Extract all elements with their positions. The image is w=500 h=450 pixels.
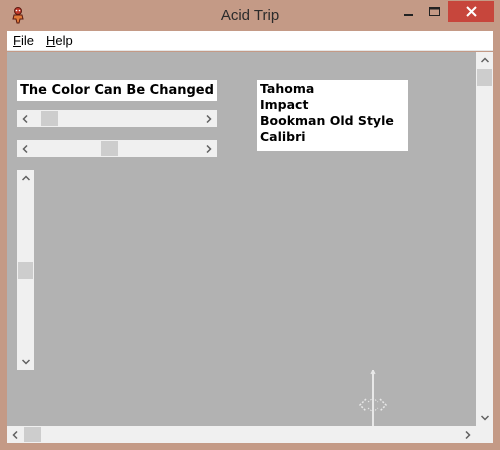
chevron-left-icon [22, 144, 28, 153]
maximize-button[interactable] [422, 1, 448, 22]
font-list-item[interactable]: Impact [260, 97, 405, 113]
title-bar[interactable]: Acid Trip [0, 0, 500, 31]
close-button[interactable] [448, 1, 494, 22]
vertical-scroll-thumb[interactable] [18, 262, 33, 279]
app-window: Acid Trip File Help The Color Can Be Cha… [0, 0, 500, 450]
minimize-icon [404, 13, 413, 16]
scroll-corner [476, 426, 493, 443]
scroll-left-arrow-1[interactable] [17, 110, 34, 127]
menu-help[interactable]: Help [40, 31, 79, 51]
window-horizontal-scrollbar[interactable] [7, 426, 476, 443]
menu-file-label: ile [20, 32, 34, 48]
window-scroll-down-arrow[interactable] [476, 409, 493, 426]
scroll-thumb-2[interactable] [101, 141, 118, 156]
chevron-left-icon [22, 114, 28, 123]
chevron-down-icon [480, 415, 489, 421]
chevron-right-icon [206, 144, 212, 153]
scroll-down-arrow[interactable] [17, 353, 34, 370]
window-vertical-scrollbar[interactable] [476, 52, 493, 426]
chevron-left-icon [12, 430, 18, 439]
close-icon [465, 6, 477, 17]
window-horizontal-scroll-thumb[interactable] [24, 427, 41, 442]
chevron-right-icon [206, 114, 212, 123]
menu-file[interactable]: File [7, 31, 40, 51]
menu-file-accel: F [13, 32, 21, 48]
window-scroll-right-arrow[interactable] [459, 426, 476, 443]
font-list-item[interactable]: Tahoma [260, 81, 405, 97]
client-area: The Color Can Be Changed Tahoma Impact B… [7, 52, 493, 443]
scroll-thumb-1[interactable] [41, 111, 58, 126]
menu-bar: File Help [7, 31, 493, 51]
window-scroll-left-arrow[interactable] [7, 426, 24, 443]
scroll-right-arrow-1[interactable] [200, 110, 217, 127]
window-vertical-scroll-thumb[interactable] [477, 69, 492, 86]
font-list-item[interactable]: Bookman Old Style [260, 113, 405, 129]
scroll-left-arrow-2[interactable] [17, 140, 34, 157]
color-label: The Color Can Be Changed [17, 80, 217, 101]
horizontal-scrollbar-2[interactable] [17, 140, 217, 157]
font-listbox[interactable]: Tahoma Impact Bookman Old Style Calibri [257, 80, 408, 151]
vertical-scrollbar[interactable] [17, 170, 34, 370]
move-cursor-icon [357, 368, 389, 433]
chevron-up-icon [480, 57, 489, 63]
chevron-right-icon [465, 430, 471, 439]
chevron-up-icon [21, 175, 30, 181]
maximize-icon [429, 6, 440, 16]
minimize-button[interactable] [396, 1, 422, 22]
horizontal-scrollbar-1[interactable] [17, 110, 217, 127]
scroll-right-arrow-2[interactable] [200, 140, 217, 157]
font-list-item[interactable]: Calibri [260, 129, 405, 145]
window-scroll-up-arrow[interactable] [476, 52, 493, 69]
chevron-down-icon [21, 359, 30, 365]
scroll-up-arrow[interactable] [17, 170, 34, 187]
menu-help-accel: H [45, 32, 56, 48]
menu-help-label: elp [55, 32, 73, 48]
